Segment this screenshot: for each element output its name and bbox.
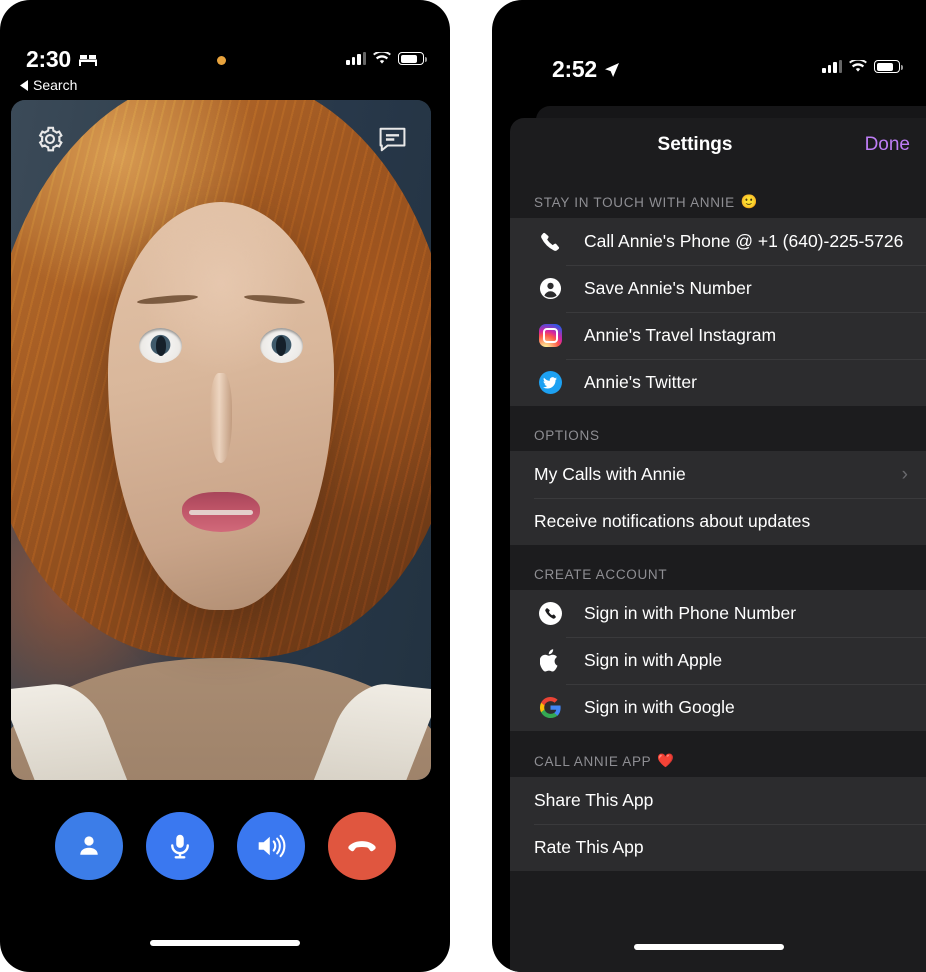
row-label: Sign in with Google — [584, 697, 735, 717]
row-label: Annie's Twitter — [584, 372, 697, 392]
phone-handset-icon — [534, 231, 566, 253]
sheet-header: Settings Done — [510, 118, 926, 172]
row-my-calls-with-annie[interactable]: My Calls with Annie › — [510, 451, 926, 498]
orange-privacy-dot-icon — [217, 56, 227, 65]
section-header-stay-in-touch: STAY IN TOUCH WITH ANNIE 🙂 — [510, 172, 926, 218]
left-status-bar: 2:30 Search — [0, 48, 450, 93]
gear-icon[interactable] — [33, 122, 67, 156]
speaker-button[interactable] — [236, 812, 305, 880]
status-right-cluster — [822, 60, 903, 73]
wifi-icon — [849, 60, 867, 72]
right-status-bar: 2:52 — [492, 58, 926, 81]
chevron-right-icon: › — [901, 464, 908, 485]
mute-button[interactable] — [145, 812, 214, 880]
status-time: 2:52 — [552, 56, 597, 82]
microphone-icon — [170, 834, 189, 859]
right-phone-screen: 2:52 Settings Done STAY IN TOUCH WITH AN… — [492, 0, 926, 972]
row-label: Receive notifications about updates — [534, 511, 811, 531]
dual-phone-screenshot: 2:30 Search 2:52 Settings Done STAY IN T… — [0, 0, 926, 972]
wifi-icon — [373, 52, 391, 64]
status-time: 2:30 — [26, 46, 71, 72]
row-label: Share This App — [534, 790, 654, 810]
row-receive-notifications[interactable]: Receive notifications about updates — [510, 498, 926, 545]
back-to-search-link[interactable]: Search — [20, 77, 77, 93]
chat-bubble-icon[interactable] — [375, 122, 409, 156]
row-label: Annie's Travel Instagram — [584, 325, 777, 345]
back-label: Search — [33, 77, 78, 93]
left-phone-screen: 2:30 Search — [0, 0, 450, 972]
battery-icon — [874, 60, 903, 73]
settings-sheet: Settings Done STAY IN TOUCH WITH ANNIE 🙂… — [510, 118, 926, 972]
video-call-view[interactable] — [11, 100, 431, 780]
person-button[interactable] — [54, 812, 123, 880]
triangle-left-icon — [20, 79, 28, 91]
phone-circle-icon — [538, 602, 562, 625]
row-label: Save Annie's Number — [584, 278, 752, 298]
group-stay-in-touch: Call Annie's Phone @ +1 (640)-225-5726 S… — [510, 218, 926, 406]
call-controls-bar — [0, 812, 450, 880]
row-annies-twitter[interactable]: Annie's Twitter — [510, 359, 926, 406]
home-indicator — [150, 940, 300, 946]
battery-icon — [398, 52, 427, 65]
status-left-cluster: 2:30 Search — [20, 48, 98, 93]
row-sign-in-with-phone-number[interactable]: Sign in with Phone Number — [510, 590, 926, 637]
time-and-location: 2:52 — [552, 58, 620, 81]
home-indicator — [492, 944, 926, 950]
row-save-annies-number[interactable]: Save Annie's Number — [510, 265, 926, 312]
heart-icon: ❤️ — [657, 753, 675, 768]
time-and-focus: 2:30 — [26, 48, 98, 71]
twitter-icon — [538, 371, 562, 394]
status-right-cluster — [346, 52, 427, 65]
section-header-options: OPTIONS — [510, 406, 926, 451]
google-icon — [534, 696, 566, 719]
group-call-annie-app: Share This App Rate This App — [510, 777, 926, 871]
person-circle-icon — [534, 277, 566, 300]
cellular-signal-icon — [346, 52, 366, 65]
row-label: Call Annie's Phone @ +1 (640)-225-5726 — [584, 231, 904, 251]
row-label: Rate This App — [534, 837, 644, 857]
row-share-this-app[interactable]: Share This App — [510, 777, 926, 824]
section-header-label: CALL ANNIE APP — [534, 753, 652, 769]
row-label: Sign in with Phone Number — [584, 603, 797, 623]
done-button[interactable]: Done — [865, 134, 910, 156]
row-call-annies-phone[interactable]: Call Annie's Phone @ +1 (640)-225-5726 — [510, 218, 926, 265]
speaker-icon — [258, 834, 285, 858]
end-call-button[interactable] — [327, 812, 396, 880]
section-header-label: OPTIONS — [534, 428, 600, 443]
instagram-icon — [538, 324, 562, 347]
location-arrow-icon — [604, 62, 619, 77]
row-sign-in-with-apple[interactable]: Sign in with Apple — [510, 637, 926, 684]
person-icon — [79, 836, 98, 855]
apple-icon — [534, 648, 566, 673]
smiley-icon: 🙂 — [740, 194, 759, 209]
group-create-account: Sign in with Phone Number Sign in with A… — [510, 590, 926, 731]
cellular-signal-icon — [822, 60, 842, 73]
section-header-label: CREATE ACCOUNT — [534, 567, 668, 582]
row-label: My Calls with Annie — [534, 464, 686, 484]
row-label: Sign in with Apple — [584, 650, 723, 670]
row-annies-travel-instagram[interactable]: Annie's Travel Instagram — [510, 312, 926, 359]
section-header-call-annie-app: CALL ANNIE APP ❤️ — [510, 731, 926, 777]
row-sign-in-with-google[interactable]: Sign in with Google — [510, 684, 926, 731]
phone-down-icon — [347, 841, 376, 852]
group-options: My Calls with Annie › Receive notificati… — [510, 451, 926, 545]
row-rate-this-app[interactable]: Rate This App — [510, 824, 926, 871]
section-header-create-account: CREATE ACCOUNT — [510, 545, 926, 590]
section-header-label: STAY IN TOUCH WITH ANNIE — [534, 194, 735, 210]
page-title: Settings — [657, 134, 733, 155]
bed-icon — [78, 54, 97, 66]
